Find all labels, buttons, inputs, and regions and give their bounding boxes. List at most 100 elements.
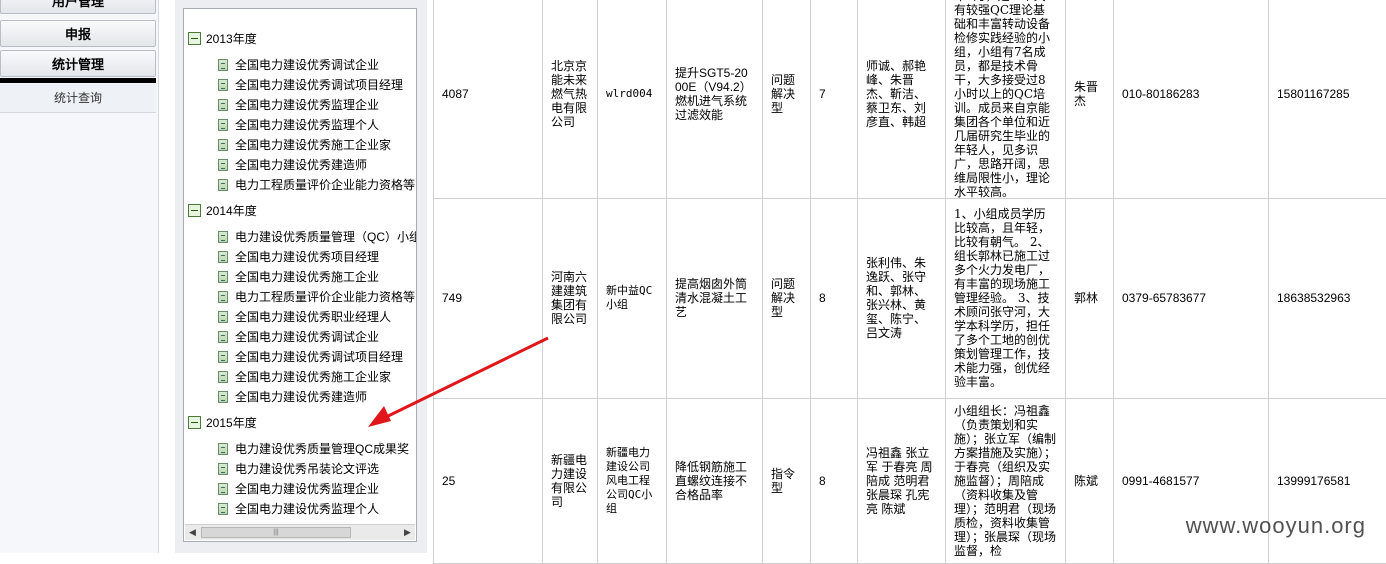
tree-year-node[interactable]: 2015年度: [188, 414, 257, 432]
table-row[interactable]: 4087 北京京能未来燃气热电有限公司 wlrd004 提升SGT5-2000E（V9…: [433, 0, 1386, 199]
cell-text: 0991-4681577: [1122, 473, 1200, 488]
tree-leaf-item[interactable]: 全国电力建设优秀调试企业: [218, 328, 379, 346]
tree-year-label: 2014年度: [206, 204, 257, 218]
cell-text: wlrd004: [606, 87, 653, 100]
table-cell-members: 冯祖鑫 张立军 于春亮 周陪成 范明君 张晨琛 孔宪亮 陈斌: [857, 398, 945, 563]
cell-text: 问题解决型: [771, 73, 796, 115]
cell-text: 河南六建建筑集团有限公司: [551, 270, 588, 326]
document-icon: [218, 79, 228, 91]
cell-text: 年4月，是一个具有较强QC理论基础和丰富转动设备检修实践经验的小组，小组有7名成…: [954, 0, 1051, 198]
table-cell-company: 河南六建建筑集团有限公司: [542, 198, 597, 398]
tree-leaf-item[interactable]: 全国电力建设优秀项目经理: [218, 248, 379, 266]
table-cell-topic: 提高烟囱外筒清水混凝土工艺: [666, 198, 762, 398]
cell-text: 张利伟、朱逸跃、张守和、郭林、张兴林、黄玺、陈宁、吕文涛: [866, 256, 927, 340]
table-cell-members: 张利伟、朱逸跃、张守和、郭林、张兴林、黄玺、陈宁、吕文涛: [857, 198, 945, 398]
cell-text: 朱晋杰: [1074, 80, 1099, 108]
year-tree: 2013年度 全国电力建设优秀调试企业 全国电力建设优秀调试项目经理 全国电力建设优秀…: [183, 8, 417, 542]
collapse-icon[interactable]: [188, 204, 201, 217]
tree-leaf-item[interactable]: 全国电力建设优秀建造师: [218, 388, 367, 406]
nav-declare[interactable]: 申报: [0, 20, 156, 47]
table-cell-id: 25: [433, 398, 542, 563]
tree-leaf-item[interactable]: 全国电力建设优秀施工企业家: [218, 368, 391, 386]
tree-leaf-item[interactable]: 全国电力建设优秀监理个人: [218, 500, 379, 518]
collapse-icon[interactable]: [188, 32, 201, 45]
tree-leaf-item[interactable]: 全国电力建设优秀调试项目经理: [218, 348, 403, 366]
tree-leaf-label: 电力建设优秀质量管理QC成果奖: [235, 442, 410, 456]
table-cell-id: 749: [433, 198, 542, 398]
scroll-thumb[interactable]: |||: [201, 527, 351, 538]
nav-sub-statistics-query[interactable]: 统计查询: [0, 84, 156, 113]
table-cell-count: 7: [810, 0, 857, 198]
table-cell-count: 8: [810, 398, 857, 563]
tree-leaf-item[interactable]: 全国电力建设优秀监理个人: [218, 116, 379, 134]
tree-leaf-label: 全国电力建设优秀监理企业: [235, 482, 380, 496]
cell-text: 陈斌: [1074, 473, 1099, 488]
cell-text: 13999176581: [1277, 473, 1351, 488]
tree-leaf-item[interactable]: 电力工程质量评价企业能力资格等: [218, 176, 415, 194]
document-icon: [218, 139, 228, 151]
tree-leaf-item[interactable]: 全国电力建设优秀调试项目经理: [218, 76, 403, 94]
document-icon: [218, 179, 228, 191]
table-cell-company: 北京京能未来燃气热电有限公司: [542, 0, 597, 198]
tree-leaf-item[interactable]: 全国电力建设优秀职业经理人: [218, 308, 391, 326]
cell-text: 师诚、郝艳峰、朱晋杰、靳洁、蔡卫东、刘彦直、韩超: [866, 59, 927, 129]
tree-leaf-label: 全国电力建设优秀调试项目经理: [235, 78, 404, 92]
tree-leaf-label: 全国电力建设优秀调试企业: [235, 330, 380, 344]
table-cell-desc: 1、小组成员学历比较高，且年轻，比较有朝气。 2、组长郭林已施工过多个火力发电厂…: [945, 198, 1065, 398]
tree-year-node[interactable]: 2013年度: [188, 30, 257, 48]
cell-text: 提升SGT5-2000E（V94.2）燃机进气系统过滤效能: [675, 66, 752, 122]
table-row[interactable]: 25 新疆电力建设有限公司 新疆电力建设公司风电工程公司QC小组 降低钢筋施工直螺纹连…: [433, 398, 1386, 564]
cell-text: 8: [819, 291, 826, 305]
cell-text: 1、小组成员学历比较高，且年轻，比较有朝气。 2、组长郭林已施工过多个火力发电厂…: [954, 207, 1051, 389]
nav-user-management[interactable]: 用户管理: [0, 0, 156, 14]
table-cell-desc: 年4月，是一个具有较强QC理论基础和丰富转动设备检修实践经验的小组，小组有7名成…: [945, 0, 1065, 198]
document-icon: [218, 99, 228, 111]
table-cell-group: 新中益QC小组: [597, 198, 666, 398]
tree-year-node[interactable]: 2014年度: [188, 202, 257, 220]
table-row[interactable]: 749 河南六建建筑集团有限公司 新中益QC小组 提高烟囱外筒清水混凝土工艺 问题解决型…: [433, 198, 1386, 399]
cell-text: 指令型: [771, 466, 796, 495]
document-icon: [218, 391, 228, 403]
scroll-left-icon[interactable]: ◀: [186, 526, 199, 539]
cell-text: 25: [442, 473, 456, 488]
tree-leaf-item[interactable]: 电力建设优秀质量管理（QC）小组: [218, 228, 416, 246]
document-icon: [218, 231, 228, 243]
left-nav: 用户管理 申报 统计管理 统计查询: [0, 0, 159, 553]
tree-leaf-item[interactable]: 全国电力建设优秀监理企业: [218, 480, 379, 498]
tree-leaf-item[interactable]: 全国电力建设优秀建造师: [218, 156, 367, 174]
tree-leaf-label: 全国电力建设优秀建造师: [235, 390, 368, 404]
tree-leaf-label: 全国电力建设优秀调试企业: [235, 58, 380, 72]
tree-leaf-item[interactable]: 电力建设优秀质量管理QC成果奖: [218, 440, 409, 458]
table-cell-type: 问题解决型: [762, 0, 810, 198]
cell-text: 15801167285: [1277, 87, 1350, 101]
nav-statistics-management[interactable]: 统计管理: [0, 50, 156, 77]
cell-text: 小组组长：冯祖鑫（负责策划和实施）；张立军（编制方案措施及实施）；于春亮（组织及…: [954, 403, 1057, 558]
tree-leaf-item[interactable]: 电力工程质量评价企业能力资格等: [218, 288, 415, 306]
table-cell-company: 新疆电力建设有限公司: [542, 398, 597, 563]
cell-text: 0379-65783677: [1122, 291, 1207, 305]
tree-leaf-item[interactable]: 全国电力建设优秀调试企业: [218, 56, 379, 74]
tree-leaf-item[interactable]: 全国电力建设优秀施工企业: [218, 268, 379, 286]
tree-horizontal-scrollbar[interactable]: ◀ ||| ▶: [185, 524, 415, 540]
tree-leaf-item[interactable]: 全国电力建设优秀监理企业: [218, 96, 379, 114]
tree-leaf-label: 电力工程质量评价企业能力资格等: [235, 178, 416, 192]
tree-leaf-item[interactable]: 全国电力建设优秀施工企业家: [218, 136, 391, 154]
tree-leaf-label: 全国电力建设优秀调试项目经理: [235, 350, 404, 364]
collapse-icon[interactable]: [188, 416, 201, 429]
tree-leaf-item[interactable]: 电力建设优秀吊装论文评选: [218, 460, 379, 478]
document-icon: [218, 119, 228, 131]
table-cell-type: 指令型: [762, 398, 810, 563]
table-cell-count: 8: [810, 198, 857, 398]
table-cell-phone: 0379-65783677: [1113, 198, 1268, 398]
document-icon: [218, 311, 228, 323]
scroll-right-icon[interactable]: ▶: [401, 526, 414, 539]
cell-text: 新疆电力建设有限公司: [551, 452, 588, 509]
document-icon: [218, 331, 228, 343]
tree-leaf-label: 全国电力建设优秀施工企业家: [235, 138, 392, 152]
document-icon: [218, 351, 228, 363]
table-cell-leader: 朱晋杰: [1065, 0, 1113, 198]
table-cell-members: 师诚、郝艳峰、朱晋杰、靳洁、蔡卫东、刘彦直、韩超: [857, 0, 945, 198]
cell-text: 4087: [442, 87, 469, 101]
tree-leaf-label: 全国电力建设优秀施工企业: [235, 270, 380, 284]
table-cell-type: 问题解决型: [762, 198, 810, 398]
